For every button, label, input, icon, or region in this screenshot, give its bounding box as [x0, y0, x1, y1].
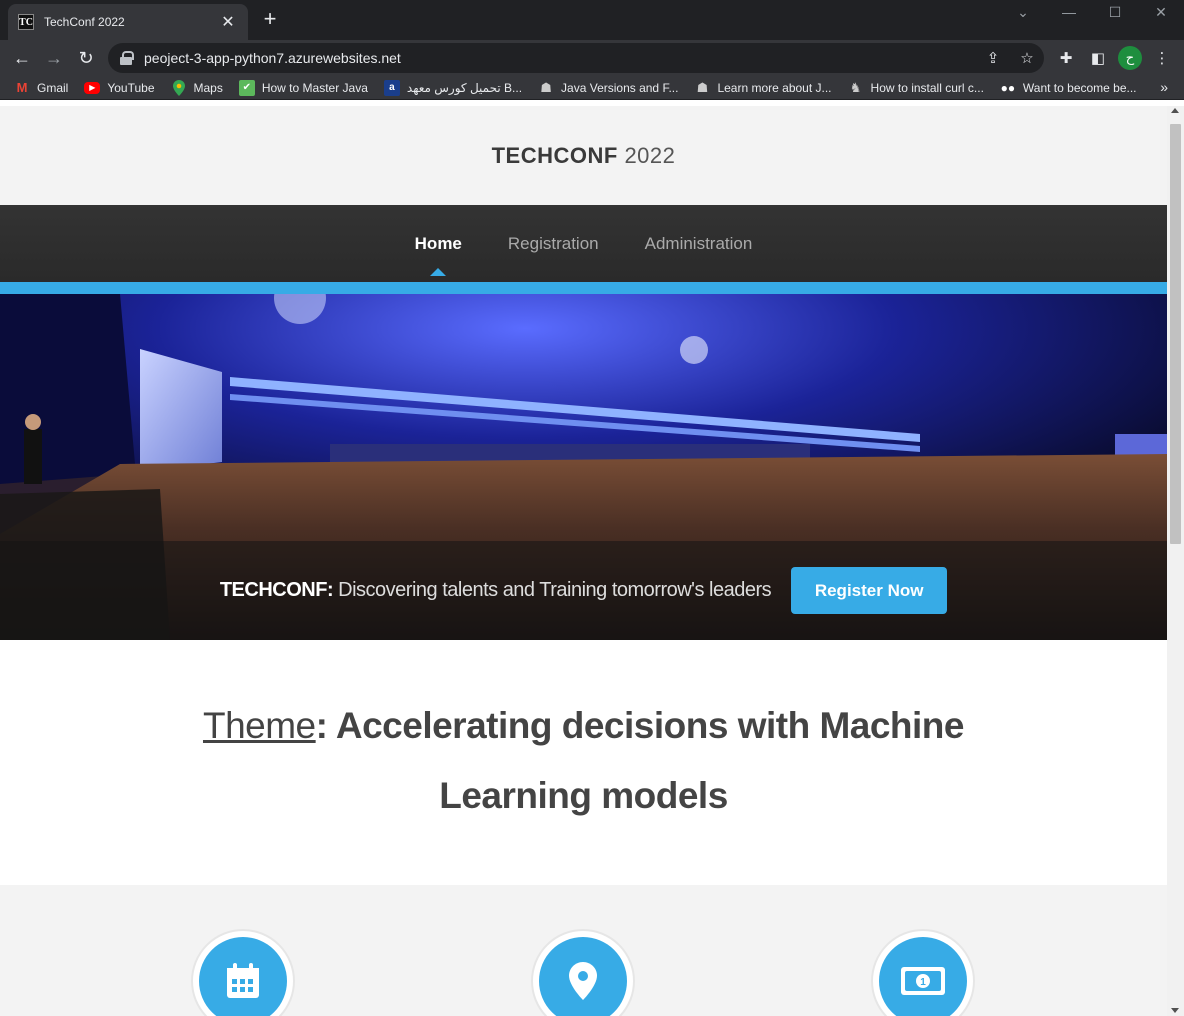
- bookmark-label: How to install curl c...: [870, 80, 984, 95]
- browser-tab[interactable]: TC TechConf 2022 ✕: [8, 4, 248, 40]
- bookmark-icon: ✔: [238, 79, 255, 96]
- page-viewport: TECHCONF 2022 Home Registration Administ…: [0, 106, 1167, 1016]
- bookmark-item[interactable]: a تحميل كورس معهد B...: [383, 79, 523, 96]
- bookmark-item[interactable]: ☗ Learn more about J...: [694, 79, 832, 96]
- bookmark-label: Maps: [193, 80, 223, 95]
- medium-icon: ●●: [1000, 80, 1016, 95]
- share-icon[interactable]: ⇪: [976, 49, 1010, 67]
- main-nav: Home Registration Administration: [0, 205, 1167, 282]
- bookmark-label: How to Master Java: [261, 80, 368, 95]
- side-panel-icon[interactable]: ◧: [1086, 46, 1110, 70]
- url-text[interactable]: peoject-3-app-python7.azurewebsites.net: [144, 50, 976, 66]
- more-bookmarks-icon[interactable]: »: [1160, 79, 1168, 95]
- bookmark-icon: ☗: [540, 79, 552, 95]
- bookmark-label: Java Versions and F...: [561, 80, 679, 95]
- bookmark-icon: ♞: [849, 79, 862, 95]
- menu-kebab-icon[interactable]: ⋮: [1150, 46, 1174, 70]
- bookmark-item[interactable]: ♞ How to install curl c...: [848, 80, 984, 96]
- minimize-icon[interactable]: —: [1046, 0, 1092, 24]
- bookmark-youtube[interactable]: ▶ YouTube: [84, 80, 155, 95]
- svg-text:1: 1: [920, 977, 926, 988]
- feature-date: [191, 929, 295, 1016]
- bookmark-label: Learn more about J...: [717, 80, 832, 95]
- bookmark-icon: a: [383, 79, 400, 96]
- nav-home[interactable]: Home: [415, 234, 462, 276]
- new-tab-icon[interactable]: +: [258, 8, 282, 32]
- browser-toolbar: ← → ↻ peoject-3-app-python7.azurewebsite…: [0, 40, 1184, 76]
- bookmarks-bar: M Gmail ▶ YouTube Maps ✔ How to Master J…: [0, 76, 1184, 100]
- maps-icon: [171, 79, 187, 96]
- profile-avatar[interactable]: ح: [1118, 46, 1142, 70]
- hero-banner: TECHCONF: Discovering talents and Traini…: [0, 294, 1167, 640]
- theme-text: : Accelerating decisions with Machine Le…: [315, 705, 965, 816]
- tab-search-icon[interactable]: ⌄: [1000, 0, 1046, 24]
- gmail-icon: M: [16, 80, 28, 95]
- nav-administration[interactable]: Administration: [645, 234, 753, 254]
- bookmark-item[interactable]: ●● Want to become be...: [1000, 80, 1137, 96]
- bookmark-label: Gmail: [37, 80, 69, 95]
- bookmark-label: YouTube: [107, 80, 155, 95]
- scroll-down-arrow-icon[interactable]: [1171, 1008, 1179, 1013]
- bookmark-item[interactable]: ✔ How to Master Java: [238, 79, 368, 96]
- forward-arrow-icon[interactable]: →: [42, 46, 66, 70]
- close-window-icon[interactable]: ✕: [1138, 0, 1184, 24]
- site-favicon-icon: TC: [18, 14, 34, 30]
- back-arrow-icon[interactable]: ←: [10, 46, 34, 70]
- browser-tabbar: TC TechConf 2022 ✕ + ⌄ — ☐ ✕: [0, 0, 1184, 40]
- logo-year: 2022: [617, 142, 676, 168]
- bookmark-item[interactable]: ☗ Java Versions and F...: [538, 80, 678, 96]
- bookmark-star-icon[interactable]: ☆: [1010, 49, 1044, 67]
- site-header: TECHCONF 2022: [0, 106, 1167, 205]
- theme-label: Theme: [202, 705, 316, 746]
- scroll-thumb[interactable]: [1170, 124, 1181, 544]
- bookmark-label: تحميل كورس معهد B...: [406, 80, 523, 95]
- youtube-icon: ▶: [84, 81, 101, 94]
- nav-registration[interactable]: Registration: [508, 234, 599, 254]
- bookmark-maps[interactable]: Maps: [171, 79, 223, 96]
- feature-price: 1: [871, 929, 975, 1016]
- register-now-button[interactable]: Register Now: [791, 567, 948, 614]
- bookmark-label: Want to become be...: [1022, 80, 1137, 95]
- feature-location: [531, 929, 635, 1016]
- calendar-icon: [199, 937, 287, 1016]
- hero-tagline-bar: TECHCONF: Discovering talents and Traini…: [0, 541, 1167, 640]
- bookmark-gmail[interactable]: M Gmail: [14, 80, 69, 96]
- lock-icon[interactable]: [120, 51, 134, 65]
- location-pin-icon: [539, 937, 627, 1016]
- tab-title: TechConf 2022: [44, 15, 125, 29]
- money-icon: 1: [879, 937, 967, 1016]
- tagline-text: Discovering talents and Training tomorro…: [333, 579, 772, 601]
- address-bar[interactable]: peoject-3-app-python7.azurewebsites.net …: [108, 43, 1044, 73]
- logo-name: TECHCONF: [491, 142, 618, 168]
- features-section: 1: [0, 885, 1167, 1016]
- reload-icon[interactable]: ↻: [74, 46, 98, 70]
- close-tab-icon[interactable]: ✕: [218, 12, 238, 32]
- maximize-icon[interactable]: ☐: [1092, 0, 1138, 24]
- extensions-icon[interactable]: ✚: [1054, 46, 1078, 70]
- theme-heading: Theme: Accelerating decisions with Machi…: [154, 691, 1014, 831]
- hero-tagline: TECHCONF: Discovering talents and Traini…: [219, 579, 772, 602]
- tagline-brand: TECHCONF:: [219, 579, 334, 601]
- site-logo[interactable]: TECHCONF 2022: [492, 143, 676, 169]
- page-scrollbar[interactable]: [1167, 106, 1184, 1016]
- theme-section: Theme: Accelerating decisions with Machi…: [0, 640, 1167, 885]
- accent-divider: [0, 282, 1167, 294]
- bookmark-icon: ☗: [696, 79, 709, 95]
- scroll-up-arrow-icon[interactable]: [1171, 108, 1179, 113]
